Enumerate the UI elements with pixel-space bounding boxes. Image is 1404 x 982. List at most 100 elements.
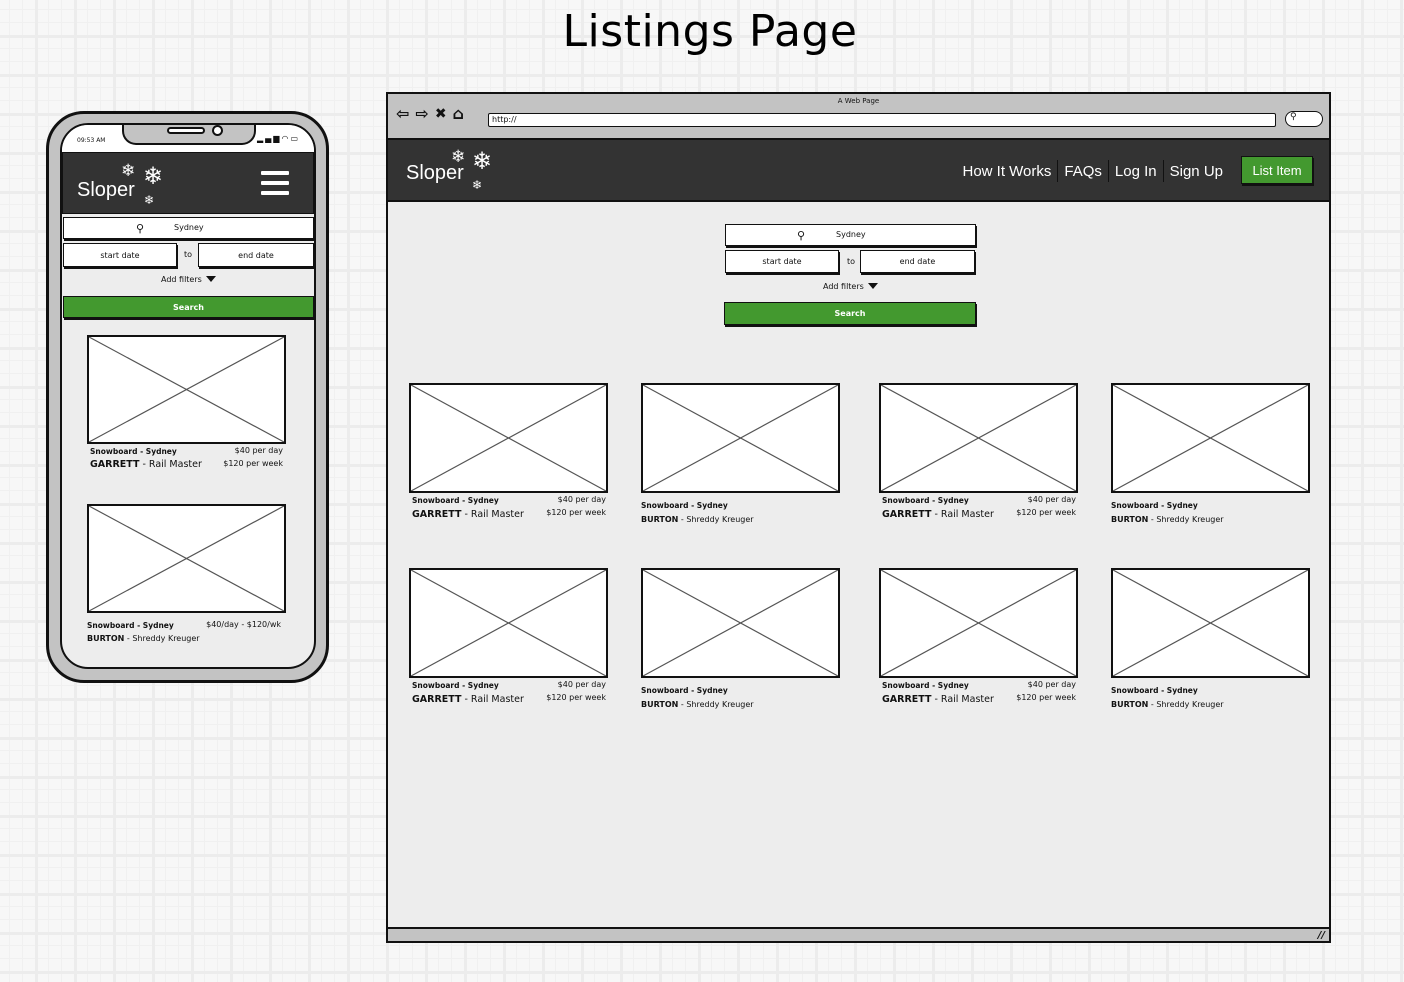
listing-title[interactable]: BURTON - Shreddy Kreuger [641, 700, 754, 709]
mobile-start-date-input[interactable]: start date [63, 243, 177, 267]
nav-how-it-works[interactable]: How It Works [956, 163, 1057, 180]
listing-price-combined: $40/day - $120/wk [206, 620, 281, 629]
listing-title[interactable]: GARRETT - Rail Master [90, 459, 202, 470]
listing-price-week: $120 per week [546, 508, 606, 517]
listing-category: Snowboard - Sydney [882, 681, 969, 690]
site-logo[interactable]: Sloper ❄ ❄ ❄ [406, 146, 506, 198]
listing-title[interactable]: GARRETT - Rail Master [412, 694, 524, 705]
nav-log-in[interactable]: Log In [1109, 163, 1163, 180]
listing-brand: BURTON [1111, 515, 1149, 524]
camera-icon [212, 125, 223, 136]
browser-nav-buttons: ⇦ ⇨ ✖ ⌂ [396, 106, 464, 122]
snowflake-icon: ❄ [144, 193, 155, 207]
listing-model: - Rail Master [461, 694, 524, 705]
list-item-button[interactable]: List Item [1241, 156, 1313, 184]
listing-brand: GARRETT [882, 694, 932, 705]
add-filters-dropdown[interactable]: Add filters [823, 282, 878, 291]
mobile-logo[interactable]: Sloper ❄ ❄ ❄ [77, 159, 177, 211]
date-range-to-label: to [847, 257, 856, 266]
speaker-icon [167, 127, 205, 134]
browser-status-bar: // [388, 927, 1329, 941]
listing-title[interactable]: GARRETT - Rail Master [882, 694, 994, 705]
listing-price-week: $120 per week [546, 693, 606, 702]
listing-image-placeholder[interactable] [879, 383, 1078, 493]
add-filters-label: Add filters [823, 282, 864, 291]
mobile-end-date-input[interactable]: end date [198, 243, 314, 267]
status-time: 09:53 AM [77, 137, 106, 144]
listing-price-week: $120 per week [1016, 693, 1076, 702]
listing-brand: GARRETT [412, 509, 462, 520]
date-range-to-label: to [184, 250, 193, 259]
browser-search-field[interactable]: ⚲ [1285, 111, 1323, 127]
search-icon: ⚲ [797, 229, 806, 242]
listing-image-placeholder[interactable] [87, 335, 286, 444]
listing-model: - Rail Master [931, 509, 994, 520]
listing-price-day: $40 per day [234, 446, 283, 455]
listing-title[interactable]: BURTON - Shreddy Kreuger [87, 634, 200, 643]
start-date-placeholder: start date [762, 257, 802, 266]
listing-image-placeholder[interactable] [641, 383, 840, 493]
mobile-add-filters-dropdown[interactable]: Add filters [161, 275, 216, 284]
phone-notch [122, 125, 256, 145]
brand-name: Sloper [77, 179, 135, 201]
listing-title[interactable]: BURTON - Shreddy Kreuger [1111, 515, 1224, 524]
location-value: Sydney [836, 230, 866, 239]
add-filters-label: Add filters [161, 275, 202, 284]
listing-category: Snowboard - Sydney [87, 621, 174, 630]
listing-category: Snowboard - Sydney [641, 501, 728, 510]
snowflake-icon: ❄ [143, 163, 164, 190]
location-search-input[interactable]: ⚲ Sydney [725, 224, 976, 246]
end-date-placeholder: end date [899, 257, 936, 266]
listing-title[interactable]: GARRETT - Rail Master [412, 509, 524, 520]
listing-title[interactable]: BURTON - Shreddy Kreuger [1111, 700, 1224, 709]
snowflake-icon: ❄ [472, 148, 493, 175]
browser-toolbar: A Web Page ⇦ ⇨ ✖ ⌂ http:// ⚲ [388, 94, 1329, 140]
listing-price-day: $40 per day [1027, 680, 1076, 689]
listing-title[interactable]: BURTON - Shreddy Kreuger [641, 515, 754, 524]
listing-image-placeholder[interactable] [409, 383, 608, 493]
end-date-input[interactable]: end date [860, 250, 975, 273]
listing-brand: BURTON [641, 515, 679, 524]
listing-price-day: $40 per day [557, 680, 606, 689]
mobile-search-button[interactable]: Search [63, 296, 314, 318]
listing-model: - Rail Master [931, 694, 994, 705]
location-value: Sydney [174, 223, 204, 232]
listing-image-placeholder[interactable] [641, 568, 840, 678]
home-icon[interactable]: ⌂ [453, 106, 464, 122]
close-icon[interactable]: ✖ [435, 107, 447, 121]
battery-icon: ▭ [290, 134, 300, 143]
listing-category: Snowboard - Sydney [641, 686, 728, 695]
caret-down-icon [867, 283, 878, 289]
listing-image-placeholder[interactable] [1111, 568, 1310, 678]
nav-sign-up[interactable]: Sign Up [1164, 163, 1229, 180]
listing-brand: GARRETT [882, 509, 932, 520]
snowflake-icon: ❄ [451, 147, 466, 166]
url-input[interactable]: http:// [488, 113, 1276, 127]
listing-image-placeholder[interactable] [409, 568, 608, 678]
listing-title[interactable]: GARRETT - Rail Master [882, 509, 994, 520]
phone-status-bar: 09:53 AM ▂▄▆◠▭ [62, 125, 314, 155]
status-icons: ▂▄▆◠▭ [257, 134, 300, 143]
listing-image-placeholder[interactable] [879, 568, 1078, 678]
page-title: Listings Page [562, 6, 858, 57]
listing-image-placeholder[interactable] [87, 504, 286, 613]
listing-image-placeholder[interactable] [1111, 383, 1310, 493]
search-button[interactable]: Search [724, 302, 976, 325]
forward-icon[interactable]: ⇨ [415, 106, 428, 122]
listing-model: - Rail Master [139, 459, 202, 470]
listing-category: Snowboard - Sydney [1111, 501, 1198, 510]
start-date-input[interactable]: start date [725, 250, 839, 273]
listing-price-day: $40 per day [1027, 495, 1076, 504]
back-icon[interactable]: ⇦ [396, 106, 409, 122]
listing-category: Snowboard - Sydney [412, 681, 499, 690]
snowflake-icon: ❄ [472, 178, 483, 192]
nav-faqs[interactable]: FAQs [1058, 163, 1108, 180]
mobile-location-search-input[interactable]: ⚲ Sydney [63, 217, 314, 239]
listing-price-week: $120 per week [223, 459, 283, 468]
end-date-placeholder: end date [238, 250, 274, 260]
listing-category: Snowboard - Sydney [1111, 686, 1198, 695]
snowflake-icon: ❄ [121, 161, 136, 180]
hamburger-menu-icon[interactable] [261, 171, 289, 196]
search-icon: ⚲ [1290, 112, 1297, 122]
resize-handle-icon[interactable]: // [1318, 930, 1325, 941]
